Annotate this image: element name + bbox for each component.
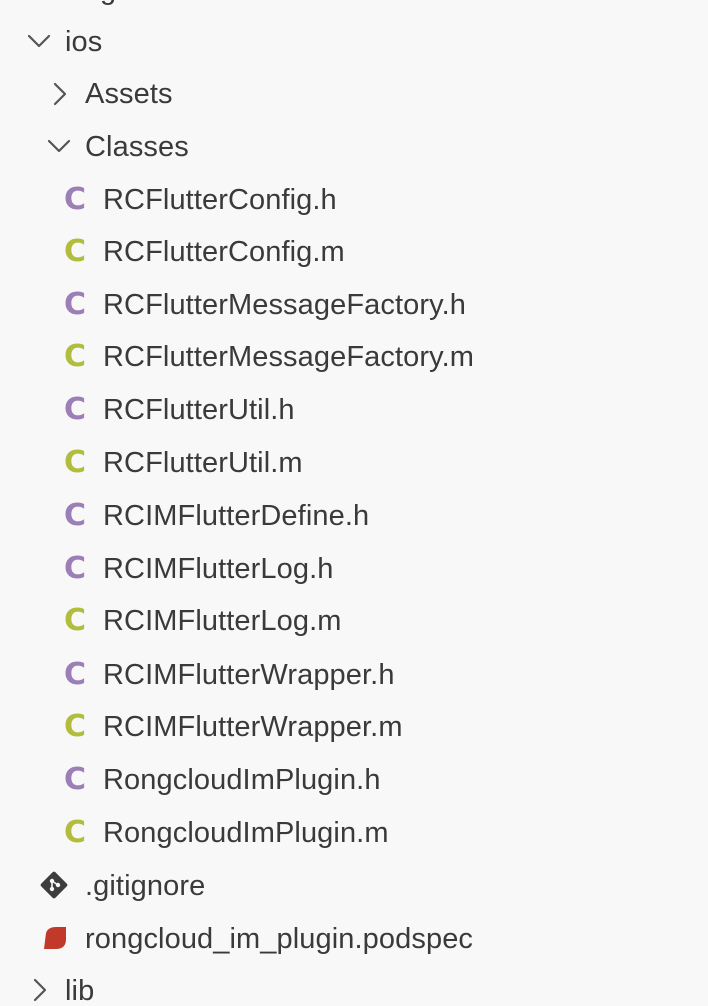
c-header-file-icon: C [63, 551, 87, 586]
folder-classes[interactable]: Classes [0, 121, 708, 173]
objc-source-file-icon: C [63, 603, 87, 638]
file-label: RCIMFlutterLog.m [103, 605, 342, 637]
file-item[interactable]: C RCIMFlutterWrapper.m [0, 701, 708, 753]
ruby-icon [40, 923, 70, 958]
file-podspec[interactable]: rongcloud_im_plugin.podspec [0, 913, 708, 965]
folder-assets[interactable]: Assets [0, 68, 708, 120]
folder-lib[interactable]: lib [0, 966, 708, 1006]
file-label: RCIMFlutterDefine.h [103, 500, 370, 532]
objc-source-file-icon: C [63, 339, 87, 374]
folder-label: Classes [85, 131, 189, 163]
file-label: RongcloudImPlugin.h [103, 764, 381, 796]
file-label: RCIMFlutterWrapper.h [103, 659, 395, 691]
folder-ios[interactable]: ios [0, 16, 708, 68]
c-header-file-icon: C [63, 392, 87, 427]
file-explorer-tree: g ios Assets Classes C RCFlutterConfig.h… [0, 0, 708, 1006]
file-item[interactable]: C RCFlutterUtil.m [0, 437, 708, 489]
chevron-down-icon[interactable] [24, 24, 56, 60]
file-item[interactable]: C RCFlutterMessageFactory.m [0, 331, 708, 383]
file-gitignore[interactable]: .gitignore [0, 860, 708, 912]
file-item[interactable]: C RCFlutterMessageFactory.h [0, 279, 708, 331]
chevron-right-icon[interactable] [26, 972, 58, 1006]
file-item[interactable]: C RCFlutterConfig.h [0, 174, 708, 226]
objc-source-file-icon: C [63, 445, 87, 480]
file-item[interactable]: C RCFlutterUtil.h [0, 384, 708, 436]
file-item[interactable]: C RCIMFlutterLog.m [0, 595, 708, 647]
objc-source-file-icon: C [63, 234, 87, 269]
file-label: RCIMFlutterLog.h [103, 553, 334, 585]
chevron-right-icon[interactable] [46, 76, 78, 112]
file-label: RCIMFlutterWrapper.m [103, 711, 403, 743]
c-header-file-icon: C [63, 287, 87, 322]
c-header-file-icon: C [63, 657, 87, 692]
file-item[interactable]: C RCIMFlutterDefine.h [0, 490, 708, 542]
folder-label: ios [65, 26, 103, 58]
file-label: RCFlutterUtil.h [103, 394, 295, 426]
c-header-file-icon: C [63, 182, 87, 217]
objc-source-file-icon: C [63, 709, 87, 744]
chevron-down-icon[interactable] [44, 129, 76, 165]
file-item[interactable]: C RongcloudImPlugin.m [0, 807, 708, 859]
file-label: rongcloud_im_plugin.podspec [85, 923, 474, 955]
objc-source-file-icon: C [63, 815, 87, 850]
file-label: RCFlutterUtil.m [103, 447, 303, 479]
file-item[interactable]: C RongcloudImPlugin.h [0, 754, 708, 806]
clipped-row-top: g [0, 0, 708, 6]
file-item[interactable]: C RCFlutterConfig.m [0, 226, 708, 278]
folder-label: lib [65, 975, 95, 1006]
file-label: RCFlutterMessageFactory.m [103, 341, 474, 373]
file-item[interactable]: C RCIMFlutterLog.h [0, 543, 708, 595]
file-label: .gitignore [85, 870, 206, 902]
file-label: RCFlutterMessageFactory.h [103, 289, 466, 321]
git-icon [40, 870, 68, 905]
c-header-file-icon: C [63, 498, 87, 533]
file-label: RCFlutterConfig.m [103, 236, 345, 268]
file-label: RCFlutterConfig.h [103, 184, 337, 216]
c-header-file-icon: C [63, 762, 87, 797]
file-item[interactable]: C RCIMFlutterWrapper.h [0, 649, 708, 701]
folder-label: Assets [85, 78, 173, 110]
file-label: RongcloudImPlugin.m [103, 817, 389, 849]
